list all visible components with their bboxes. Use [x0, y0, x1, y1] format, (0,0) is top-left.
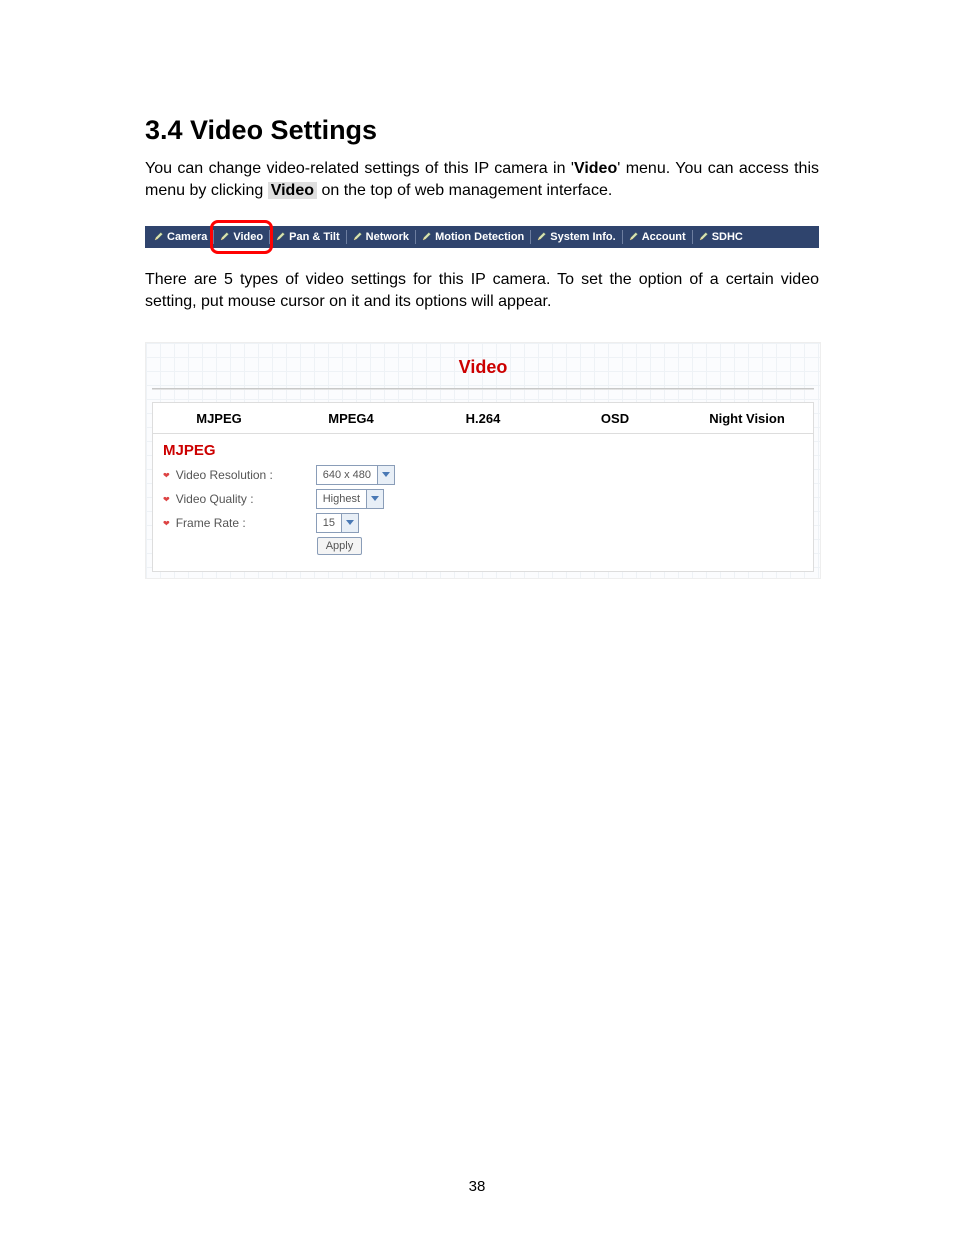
chevron-down-icon[interactable]	[341, 514, 358, 532]
nav-item-network[interactable]: Network	[347, 226, 415, 248]
pencil-icon	[699, 231, 712, 244]
nav-item-account[interactable]: Account	[623, 226, 692, 248]
tab-body: MJPEG ❤ Video Resolution :640 x 480 ❤ Video…	[152, 433, 814, 572]
form-label: Frame Rate :	[176, 516, 316, 530]
pencil-icon	[353, 231, 366, 244]
select-frame-rate[interactable]: 15	[316, 513, 359, 533]
nav-item-label: Account	[642, 231, 686, 243]
nav-item-label: Network	[366, 231, 409, 243]
select-value: 640 x 480	[317, 469, 377, 481]
video-tab-row: MJPEGMPEG4H.264OSDNight Vision	[152, 402, 814, 433]
video-settings-panel: Video MJPEGMPEG4H.264OSDNight Vision MJP…	[145, 342, 821, 579]
intro-paragraph: You can change video-related settings of…	[145, 158, 819, 201]
form-row: ❤ Video Resolution :640 x 480	[163, 465, 803, 485]
section-heading: 3.4 Video Settings	[145, 115, 819, 146]
bold-video-word: Video	[574, 160, 617, 177]
chevron-down-icon[interactable]	[377, 466, 394, 484]
description-paragraph: There are 5 types of video settings for …	[145, 269, 819, 312]
main-navbar: Camera Video Pan & Tilt Network Motion Detec…	[145, 226, 819, 248]
page-number: 38	[0, 1178, 954, 1195]
nav-item-label: Pan & Tilt	[289, 231, 340, 243]
pencil-icon	[422, 231, 435, 244]
form-row: ❤ Video Quality :Highest	[163, 489, 803, 509]
pencil-icon	[154, 231, 167, 244]
nav-item-label: Camera	[167, 231, 207, 243]
nav-item-sdhc[interactable]: SDHC	[693, 226, 749, 248]
select-video-resolution[interactable]: 640 x 480	[316, 465, 395, 485]
nav-item-pan-tilt[interactable]: Pan & Tilt	[270, 226, 346, 248]
active-tab-title: MJPEG	[163, 442, 803, 459]
select-value: Highest	[317, 493, 366, 505]
text-fragment: on the top of web management interface.	[317, 182, 612, 199]
form-label: Video Resolution :	[176, 468, 316, 482]
document-page: 3.4 Video Settings You can change video-…	[0, 0, 954, 1235]
tab-h-264[interactable]: H.264	[417, 411, 549, 426]
video-button-reference: Video	[268, 182, 317, 199]
heart-bullet-icon: ❤	[163, 495, 170, 504]
nav-item-system-info[interactable]: System Info.	[531, 226, 621, 248]
navbar-screenshot: Camera Video Pan & Tilt Network Motion Detec…	[145, 223, 819, 251]
select-value: 15	[317, 517, 341, 529]
chevron-down-icon[interactable]	[366, 490, 383, 508]
nav-item-motion-detection[interactable]: Motion Detection	[416, 226, 530, 248]
panel-title: Video	[146, 343, 820, 388]
text-fragment: You can change video-related settings of…	[145, 160, 574, 177]
tab-night-vision[interactable]: Night Vision	[681, 411, 813, 426]
settings-form: ❤ Video Resolution :640 x 480 ❤ Video Quali…	[163, 465, 803, 533]
pencil-icon	[629, 231, 642, 244]
tab-mjpeg[interactable]: MJPEG	[153, 411, 285, 426]
nav-item-label: Video	[233, 231, 263, 243]
nav-item-camera[interactable]: Camera	[148, 226, 213, 248]
select-video-quality[interactable]: Highest	[316, 489, 384, 509]
pencil-icon	[537, 231, 550, 244]
form-label: Video Quality :	[176, 492, 316, 506]
heart-bullet-icon: ❤	[163, 471, 170, 480]
tab-mpeg4[interactable]: MPEG4	[285, 411, 417, 426]
tab-osd[interactable]: OSD	[549, 411, 681, 426]
nav-item-video[interactable]: Video	[214, 226, 269, 248]
form-row: ❤ Frame Rate :15	[163, 513, 803, 533]
heart-bullet-icon: ❤	[163, 519, 170, 528]
pencil-icon	[276, 231, 289, 244]
nav-item-label: SDHC	[712, 231, 743, 243]
nav-item-label: Motion Detection	[435, 231, 524, 243]
pencil-icon	[220, 231, 233, 244]
apply-row: ◆ Apply	[163, 537, 803, 555]
apply-button[interactable]: Apply	[317, 537, 363, 555]
nav-item-label: System Info.	[550, 231, 615, 243]
panel-title-divider	[152, 388, 814, 390]
